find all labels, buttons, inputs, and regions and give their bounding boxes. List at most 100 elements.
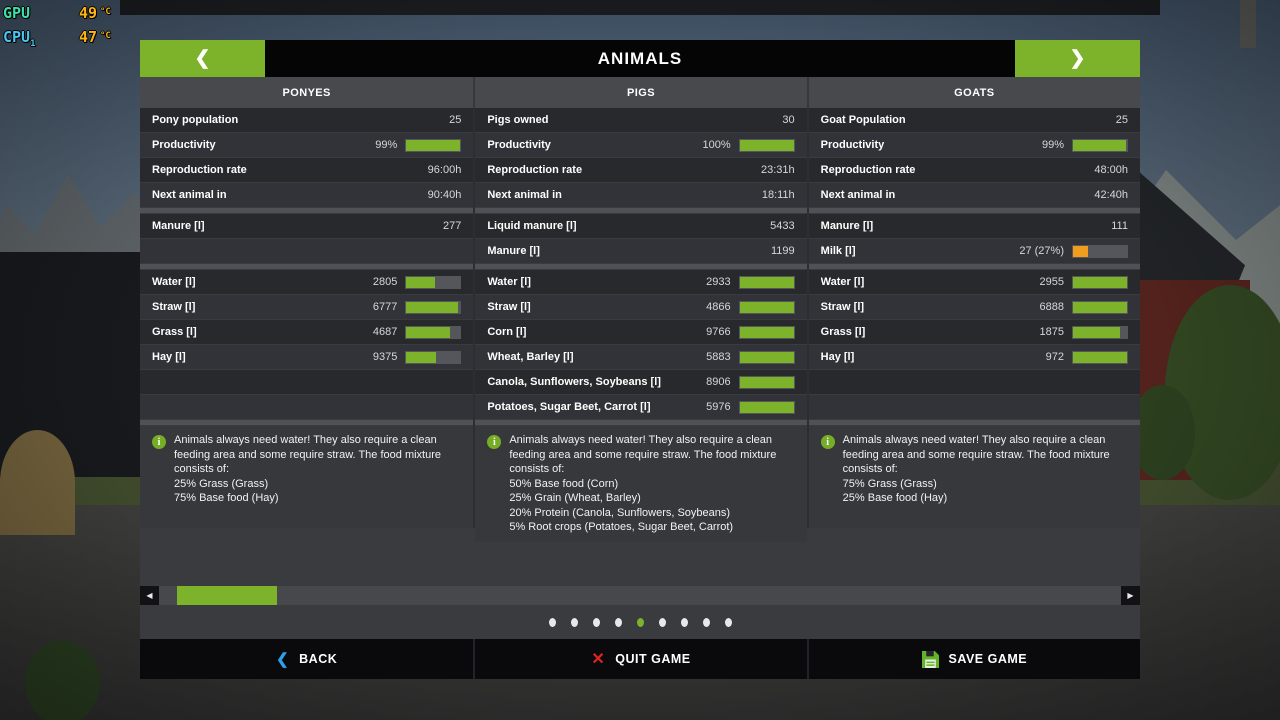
stat-label: Hay [l]	[821, 351, 1046, 363]
stat-value: 5883	[706, 351, 730, 363]
stat-row: Straw [l]6777	[140, 295, 473, 319]
group-separator	[475, 208, 806, 213]
stat-value: 96:00h	[428, 164, 462, 176]
page-dot[interactable]	[571, 618, 578, 627]
scroll-right-button[interactable]: ▶	[1121, 586, 1140, 605]
quit-game-button[interactable]: ✕ QUIT GAME	[473, 639, 806, 679]
stat-label: Productivity	[487, 139, 702, 151]
mixture-line: 50% Base food (Corn)	[509, 477, 796, 492]
info-intro: Animals always need water! They also req…	[843, 433, 1130, 477]
screen: GPU 49 °C CPU1 47 °C ❮ ANIMALS ❯ PONYES …	[0, 0, 1280, 720]
stat-row: Straw [l]4866	[475, 295, 806, 319]
animal-column: Pigs owned30Productivity100%Reproduction…	[473, 108, 806, 528]
group-separator	[809, 208, 1140, 213]
stat-label: Pigs owned	[487, 114, 782, 126]
group-separator	[140, 264, 473, 269]
stat-value: 25	[449, 114, 461, 126]
mixture-line: 25% Grain (Wheat, Barley)	[509, 491, 796, 506]
stat-row: Grass [l]4687	[140, 320, 473, 344]
stat-row: Productivity99%	[140, 133, 473, 157]
stat-row: Corn [l]9766	[475, 320, 806, 344]
page-dot[interactable]	[593, 618, 600, 627]
stat-value: 27 (27%)	[1019, 245, 1064, 257]
stat-row: Manure [l]111	[809, 214, 1140, 238]
stat-value: 9375	[373, 351, 397, 363]
next-page-button[interactable]: ❯	[1015, 40, 1140, 77]
info-text: Animals always need water! They also req…	[509, 433, 796, 535]
column-header-pigs: PIGS	[473, 77, 806, 108]
prev-page-button[interactable]: ❮	[140, 40, 265, 77]
page-dot[interactable]	[549, 618, 556, 627]
stat-value: 6777	[373, 301, 397, 313]
stat-value: 23:31h	[761, 164, 795, 176]
info-box: iAnimals always need water! They also re…	[140, 426, 473, 528]
save-game-button[interactable]: SAVE GAME	[807, 639, 1140, 679]
stat-label: Reproduction rate	[487, 164, 761, 176]
mixture-line: 75% Grass (Grass)	[843, 477, 1130, 492]
level-bar	[405, 326, 461, 339]
scrollbar-thumb[interactable]	[177, 586, 277, 605]
stat-value: 9766	[706, 326, 730, 338]
scroll-left-button[interactable]: ◀	[140, 586, 159, 605]
stat-value: 25	[1116, 114, 1128, 126]
page-dot[interactable]	[681, 618, 688, 627]
stat-value: 4866	[706, 301, 730, 313]
stat-label: Productivity	[821, 139, 1042, 151]
stat-value: 2933	[706, 276, 730, 288]
level-bar	[405, 139, 461, 152]
stat-value: 1875	[1040, 326, 1064, 338]
level-bar	[739, 301, 795, 314]
page-dots	[140, 605, 1140, 639]
mixture-line: 75% Base food (Hay)	[174, 491, 463, 506]
stat-label: Next animal in	[152, 189, 428, 201]
level-bar	[1072, 245, 1128, 258]
page-dot[interactable]	[659, 618, 666, 627]
empty-row	[809, 370, 1140, 394]
stat-value: 5433	[770, 220, 794, 232]
page-dot[interactable]	[725, 618, 732, 627]
animal-columns: Pony population25Productivity99%Reproduc…	[140, 108, 1140, 528]
level-bar	[739, 401, 795, 414]
stat-value: 1199	[771, 245, 795, 257]
scrollbar-track[interactable]	[159, 586, 1121, 605]
page-dot[interactable]	[615, 618, 622, 627]
stat-row: Potatoes, Sugar Beet, Carrot [l]5976	[475, 395, 806, 419]
title-bar: ❮ ANIMALS ❯	[140, 40, 1140, 77]
empty-row	[140, 395, 473, 419]
stat-row: Next animal in42:40h	[809, 183, 1140, 207]
stat-label: Straw [l]	[487, 301, 706, 313]
stat-value: 8906	[706, 376, 730, 388]
chevron-left-icon: ❮	[195, 47, 211, 70]
info-intro: Animals always need water! They also req…	[174, 433, 463, 477]
stat-row: Next animal in18:11h	[475, 183, 806, 207]
info-intro: Animals always need water! They also req…	[509, 433, 796, 477]
stat-label: Reproduction rate	[821, 164, 1095, 176]
page-dot-active[interactable]	[637, 618, 644, 627]
stat-row: Pony population25	[140, 108, 473, 132]
performance-osd: GPU 49 °C CPU1 47 °C	[3, 3, 131, 55]
gpu-label: GPU	[3, 3, 55, 24]
floppy-disk-icon	[922, 651, 939, 668]
stat-row: Reproduction rate48:00h	[809, 158, 1140, 182]
stat-label: Next animal in	[487, 189, 762, 201]
stat-row: Grass [l]1875	[809, 320, 1140, 344]
stat-value: 30	[782, 114, 794, 126]
stat-value: 6888	[1040, 301, 1064, 313]
page-dot[interactable]	[703, 618, 710, 627]
column-header-ponyes: PONYES	[140, 77, 473, 108]
stat-label: Canola, Sunflowers, Soybeans [l]	[487, 376, 706, 388]
empty-row	[140, 370, 473, 394]
animal-column: Goat Population25Productivity99%Reproduc…	[807, 108, 1140, 528]
stat-row: Wheat, Barley [l]5883	[475, 345, 806, 369]
quit-label: QUIT GAME	[615, 652, 690, 666]
level-bar	[739, 276, 795, 289]
stat-row: Canola, Sunflowers, Soybeans [l]8906	[475, 370, 806, 394]
back-button[interactable]: ❮ BACK	[140, 639, 473, 679]
stat-row: Water [l]2933	[475, 270, 806, 294]
stat-label: Water [l]	[487, 276, 706, 288]
level-bar	[739, 139, 795, 152]
stat-value: 4687	[373, 326, 397, 338]
stat-value: 99%	[1042, 139, 1064, 151]
back-chevron-icon: ❮	[276, 650, 289, 668]
gpu-temp-row: GPU 49 °C	[3, 3, 131, 27]
